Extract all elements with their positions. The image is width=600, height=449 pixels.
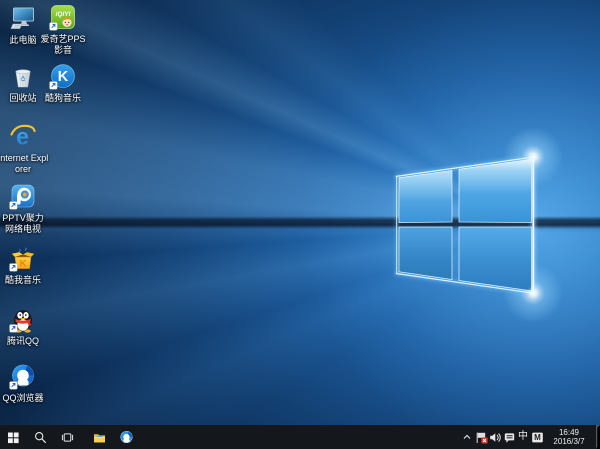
speaker-icon xyxy=(489,432,501,442)
shortcut-arrow-badge xyxy=(9,263,18,272)
desktop: 此电脑 iQIYI 爱奇艺PPS 影音 回收站 K 酷狗音乐 e Interne… xyxy=(0,0,600,449)
shortcut-arrow-badge xyxy=(9,201,18,210)
wallpaper-windows-hero xyxy=(0,0,600,449)
kugou-music-icon: K xyxy=(49,62,77,90)
kuwo-music-icon: ♪ ♪ K xyxy=(9,244,37,272)
search-button[interactable] xyxy=(27,425,54,449)
volume-button[interactable] xyxy=(488,425,502,449)
desktop-icon-kuwo-music[interactable]: ♪ ♪ K 酷我音乐 xyxy=(0,244,49,286)
language-indicator-text: 中 xyxy=(518,431,528,442)
file-explorer-button[interactable] xyxy=(86,425,113,449)
qq-browser-taskbar-button[interactable] xyxy=(113,425,140,449)
file-explorer-icon xyxy=(94,433,105,442)
security-flag-button[interactable] xyxy=(474,425,488,449)
iqiyi-wordmark: iQIYI xyxy=(56,11,71,18)
desktop-icon-label: PPTV聚力 网络电视 xyxy=(2,213,44,234)
qq-browser-icon xyxy=(120,430,133,443)
desktop-icon-label: 腾讯QQ xyxy=(6,336,39,346)
ime-mode-button[interactable]: M xyxy=(530,425,544,449)
language-indicator[interactable]: 中 xyxy=(516,425,530,449)
shortcut-arrow-badge xyxy=(9,324,18,333)
windows-logo-icon xyxy=(8,432,19,443)
desktop-icon-label: QQ浏览器 xyxy=(2,393,44,403)
music-note-glyph: ♪ xyxy=(25,247,28,253)
chevron-up-icon xyxy=(463,434,471,439)
taskbar-clock[interactable]: 16:49 2016/3/7 xyxy=(544,425,596,449)
desktop-icon-tencent-qq[interactable]: 腾讯QQ xyxy=(0,305,49,347)
desktop-icon-label: 回收站 xyxy=(9,93,37,103)
pptv-icon xyxy=(9,182,37,210)
ime-indicator-text: M xyxy=(534,433,541,442)
kugou-k-glyph: K xyxy=(58,69,69,85)
tray-expand-button[interactable] xyxy=(460,425,474,449)
windows-logo-window xyxy=(394,152,538,298)
ime-m-icon: M xyxy=(531,432,543,442)
shortcut-arrow-badge xyxy=(49,81,58,90)
desktop-icon-label: 酷狗音乐 xyxy=(44,93,81,103)
desktop-icon-label: 此电脑 xyxy=(9,35,37,45)
this-pc-icon xyxy=(9,4,37,32)
recycle-bin-icon xyxy=(9,62,37,90)
start-button[interactable] xyxy=(0,425,27,449)
clock-time: 16:49 xyxy=(558,427,580,437)
search-icon xyxy=(35,431,46,443)
action-center-icon xyxy=(504,432,514,443)
desktop-icon-pptv[interactable]: PPTV聚力 网络电视 xyxy=(0,182,49,235)
internet-explorer-icon: e xyxy=(9,122,37,150)
clock-date: 2016/3/7 xyxy=(553,437,585,446)
qq-browser-icon xyxy=(9,362,37,390)
task-view-icon xyxy=(61,432,74,442)
shortcut-arrow-badge xyxy=(49,22,58,31)
security-flag-icon xyxy=(476,432,488,444)
desktop-icon-internet-explorer[interactable]: e Internet Explorer xyxy=(0,122,49,175)
desktop-icon-label: 爱奇艺PPS 影音 xyxy=(40,34,86,55)
taskbar: 中 M 16:49 2016/3/7 xyxy=(0,425,600,449)
show-desktop-button[interactable] xyxy=(596,425,600,449)
iqiyi-pps-icon: iQIYI xyxy=(49,3,77,31)
system-tray: 中 M 16:49 2016/3/7 xyxy=(460,425,600,449)
task-view-button[interactable] xyxy=(54,425,81,449)
desktop-icon-qq-browser[interactable]: QQ浏览器 xyxy=(0,362,49,404)
kuwo-k-glyph: K xyxy=(20,259,27,270)
tencent-qq-icon xyxy=(9,305,37,333)
desktop-icon-label: 酷我音乐 xyxy=(4,275,41,285)
action-center-button[interactable] xyxy=(502,425,516,449)
desktop-icon-kugou-music[interactable]: K 酷狗音乐 xyxy=(37,62,89,104)
desktop-icon-iqiyi-pps[interactable]: iQIYI 爱奇艺PPS 影音 xyxy=(37,3,89,56)
shortcut-arrow-badge xyxy=(9,381,18,390)
desktop-icon-label: Internet Explorer xyxy=(0,153,49,174)
